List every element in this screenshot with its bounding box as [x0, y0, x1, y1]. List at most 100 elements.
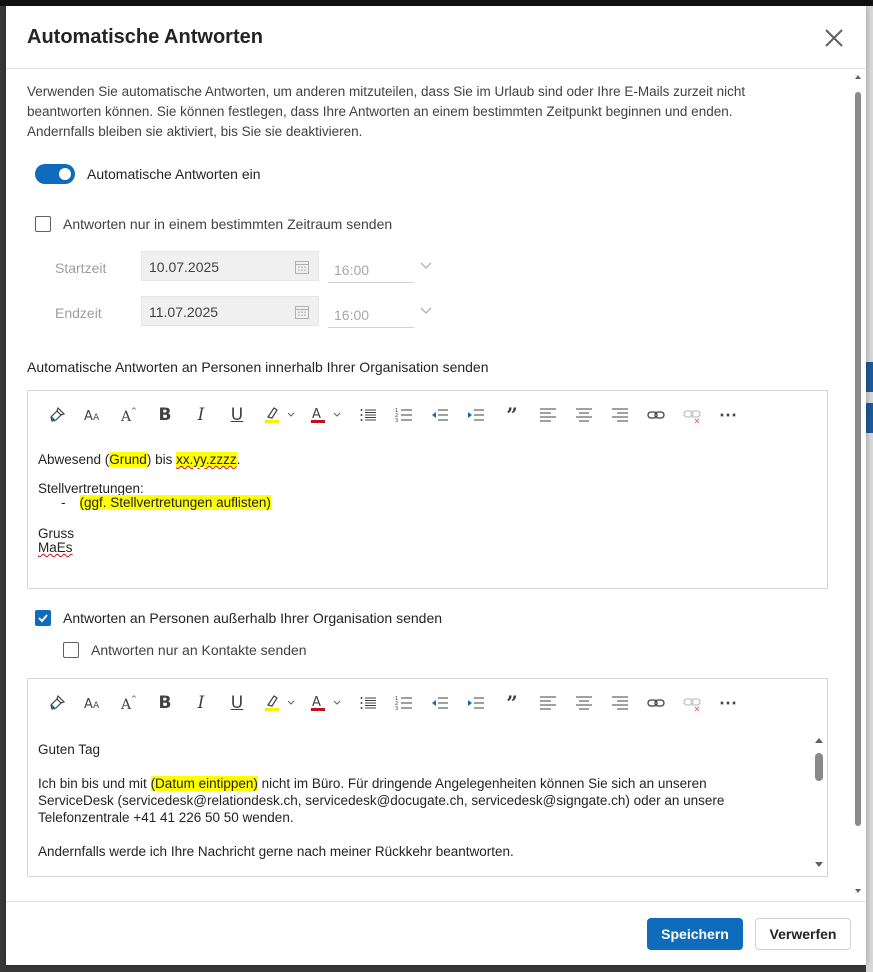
chevron-down-icon[interactable] [419, 306, 433, 316]
numbering-button[interactable]: 123 [391, 691, 417, 715]
align-right-icon [612, 696, 628, 710]
align-center-button[interactable] [571, 403, 597, 427]
contacts-only-checkbox[interactable] [63, 642, 79, 658]
increase-indent-button[interactable] [463, 403, 489, 427]
align-right-button[interactable] [607, 691, 633, 715]
svg-text:3: 3 [395, 418, 398, 424]
start-time-label: Startzeit [55, 260, 107, 276]
bold-icon: B [158, 405, 172, 425]
align-right-icon [612, 408, 628, 422]
more-options-button[interactable]: ⋯ [715, 403, 741, 427]
underline-button[interactable]: U [224, 403, 250, 427]
italic-button[interactable]: I [188, 691, 214, 715]
more-icon: ⋯ [719, 692, 737, 714]
font-color-icon: A [311, 695, 341, 711]
external-line-2: Ich bin bis und mit (Datum eintippen) ni… [38, 776, 707, 791]
align-left-button[interactable] [535, 691, 561, 715]
font-size-icon: AA [84, 409, 100, 424]
grow-font-icon: A ^ [120, 695, 137, 712]
italic-button[interactable]: I [188, 403, 214, 427]
dialog-scroll-up-icon[interactable] [854, 74, 862, 80]
external-checkbox-label: Antworten an Personen außerhalb Ihrer Or… [63, 610, 443, 626]
quote-icon: ” [506, 691, 518, 715]
more-options-button[interactable]: ⋯ [715, 691, 741, 715]
quote-icon: ” [506, 403, 518, 427]
schedule-checkbox-label: Antworten nur in einem bestimmten Zeitra… [63, 216, 393, 232]
bold-icon: B [158, 693, 172, 713]
link-icon [647, 411, 665, 419]
end-date-field[interactable]: 11.07.2025 [141, 296, 319, 326]
unlink-button[interactable] [679, 691, 705, 715]
quote-button[interactable]: ” [499, 403, 525, 427]
end-date-value: 11.07.2025 [149, 304, 219, 320]
formatting-toolbar: AA A ^ B I U A 123 ” ⋯ [28, 679, 827, 727]
background-app [866, 6, 873, 972]
internal-line-5: MaEs [38, 540, 73, 555]
italic-icon: I [197, 693, 205, 713]
decrease-indent-button[interactable] [427, 691, 453, 715]
svg-text:3: 3 [395, 706, 398, 712]
internal-reply-editor[interactable]: AA A ^ B I U A 123 ” ⋯ Abwesend (Grund) … [27, 390, 828, 589]
highlight-button[interactable] [260, 691, 300, 715]
grow-font-button[interactable]: A ^ [116, 691, 142, 715]
bullets-button[interactable] [355, 403, 381, 427]
unlink-icon [683, 698, 701, 712]
bullets-icon [360, 697, 376, 709]
decrease-indent-button[interactable] [427, 403, 453, 427]
bold-button[interactable]: B [152, 403, 178, 427]
increase-indent-icon [468, 409, 484, 421]
font-size-button[interactable]: AA [80, 403, 106, 427]
link-button[interactable] [643, 691, 669, 715]
align-right-button[interactable] [607, 403, 633, 427]
highlight-button[interactable] [260, 403, 300, 427]
align-center-button[interactable] [571, 691, 597, 715]
close-icon [825, 29, 843, 47]
underline-button[interactable]: U [224, 691, 250, 715]
checkmark-icon [38, 614, 48, 623]
auto-reply-toggle[interactable] [35, 164, 75, 184]
grow-font-button[interactable]: A ^ [116, 403, 142, 427]
start-time-field[interactable]: 16:00 [328, 253, 414, 283]
close-button[interactable] [821, 25, 847, 51]
highlight-icon [265, 407, 295, 423]
scroll-down-arrow-icon[interactable] [814, 861, 824, 869]
numbering-button[interactable]: 123 [391, 403, 417, 427]
dialog-scroll-down-icon[interactable] [854, 888, 862, 894]
numbering-icon: 123 [395, 408, 412, 424]
scroll-up-arrow-icon[interactable] [814, 736, 824, 744]
external-reply-editor[interactable]: AA A ^ B I U A 123 ” ⋯ Guten Tag Ich bin… [27, 678, 828, 877]
font-size-button[interactable]: AA [80, 691, 106, 715]
save-button[interactable]: Speichern [647, 918, 743, 950]
auto-reply-dialog: Automatische Antworten Verwenden Sie aut… [6, 6, 866, 965]
format-painter-button[interactable] [44, 691, 70, 715]
schedule-checkbox[interactable] [35, 216, 51, 232]
format-painter-button[interactable] [44, 403, 70, 427]
bullets-button[interactable] [355, 691, 381, 715]
formatting-toolbar: AA A ^ B I U A 123 ” ⋯ [28, 391, 827, 439]
increase-indent-button[interactable] [463, 691, 489, 715]
toggle-knob [59, 168, 71, 180]
editor-scrollbar-thumb[interactable] [815, 753, 823, 781]
end-time-field[interactable]: 16:00 [328, 298, 414, 328]
external-checkbox[interactable] [35, 610, 51, 626]
link-button[interactable] [643, 403, 669, 427]
dialog-scrollbar-thumb[interactable] [855, 92, 861, 826]
header-divider [6, 68, 866, 69]
quote-button[interactable]: ” [499, 691, 525, 715]
font-color-button[interactable]: A [306, 691, 346, 715]
more-icon: ⋯ [719, 404, 737, 426]
discard-button[interactable]: Verwerfen [755, 918, 851, 950]
align-left-button[interactable] [535, 403, 561, 427]
chevron-down-icon[interactable] [419, 261, 433, 271]
bold-button[interactable]: B [152, 691, 178, 715]
start-date-field[interactable]: 10.07.2025 [141, 251, 319, 281]
align-left-icon [540, 408, 556, 422]
font-color-button[interactable]: A [306, 403, 346, 427]
bullets-icon [360, 409, 376, 421]
unlink-icon [683, 410, 701, 424]
format-painter-icon [50, 694, 66, 710]
unlink-button[interactable] [679, 403, 705, 427]
start-time-value: 16:00 [334, 262, 370, 278]
internal-line-1: Abwesend (Grund) bis xx.yy.zzzz. [38, 452, 241, 467]
footer-divider [6, 901, 866, 902]
